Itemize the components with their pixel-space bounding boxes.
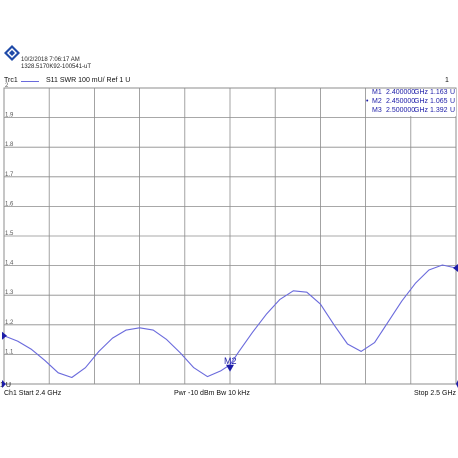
sweep-start-label[interactable]: Ch1 Start 2.4 GHz [4,390,61,397]
marker-row-m3[interactable]: M3 2.500000 GHz 1.392 U [366,107,456,116]
instrument-id: 1328.5170K92-100541-uT [21,64,92,70]
marker-row-name: M3 [372,107,382,114]
y-tick-label: 1.6 [5,201,14,207]
marker-row-value-unit: U [450,98,456,105]
marker-m3-symbol [453,263,458,272]
ref-level-arrow-left [2,380,6,388]
marker-row-freq-unit: GHz [414,98,428,105]
marker-row-prefix: • [366,98,369,105]
y-tick-label: 1.3 [5,290,14,296]
marker-row-m1[interactable]: M1 2.400000 GHz 1.163 U [366,89,456,98]
marker-row-value-unit: U [450,107,456,114]
marker-row-value: 1.163 [430,89,448,96]
y-tick-label: 1.2 [5,320,14,326]
trace-description: S11 SWR 100 mU/ Ref 1 U [46,77,131,84]
y-tick-label: 1.4 [5,261,14,267]
marker-row-m2[interactable]: • M2 2.450000 GHz 1.065 U [366,98,456,107]
trace-s11-swr [3,264,457,379]
y-tick-label: 1.1 [5,349,14,355]
power-bandwidth-label[interactable]: Pwr -10 dBm Bw 10 kHz [174,390,250,397]
y-tick-label: 1.5 [5,231,14,237]
marker-m2-label: M2 [224,356,237,366]
marker-row-name: M2 [372,98,382,105]
rohde-schwarz-logo [4,45,20,61]
marker-m1-symbol [2,331,7,340]
marker-row-freq-unit: GHz [414,89,428,96]
marker-row-freq: 2.450000 [386,98,416,105]
marker-row-value: 1.392 [430,107,448,114]
trace-legend-line [21,81,39,82]
y-tick-label: 1 U [0,382,11,389]
marker-row-freq-unit: GHz [414,107,428,114]
marker-row-name: M1 [372,89,382,96]
marker-row-freq: 2.500000 [386,107,416,114]
sweep-stop-label[interactable]: Stop 2.5 GHz [414,390,456,397]
plot-frame [3,87,457,385]
marker-row-value-unit: U [450,89,456,96]
y-tick-label: 1.7 [5,172,14,178]
datetime: 10/2/2018 7:06:17 AM [21,57,80,63]
marker-table: M1 2.400000 GHz 1.163 U • M2 2.450000 GH… [366,89,456,116]
marker-row-value: 1.065 [430,98,448,105]
y-tick-label: 1.9 [5,113,14,119]
y-tick-label: 1.8 [5,142,14,148]
trace-label[interactable]: Trc1 [4,77,18,84]
marker-row-freq: 2.400000 [386,89,416,96]
channel-index: 1 [445,77,449,84]
marker-m2-symbol [226,364,234,372]
